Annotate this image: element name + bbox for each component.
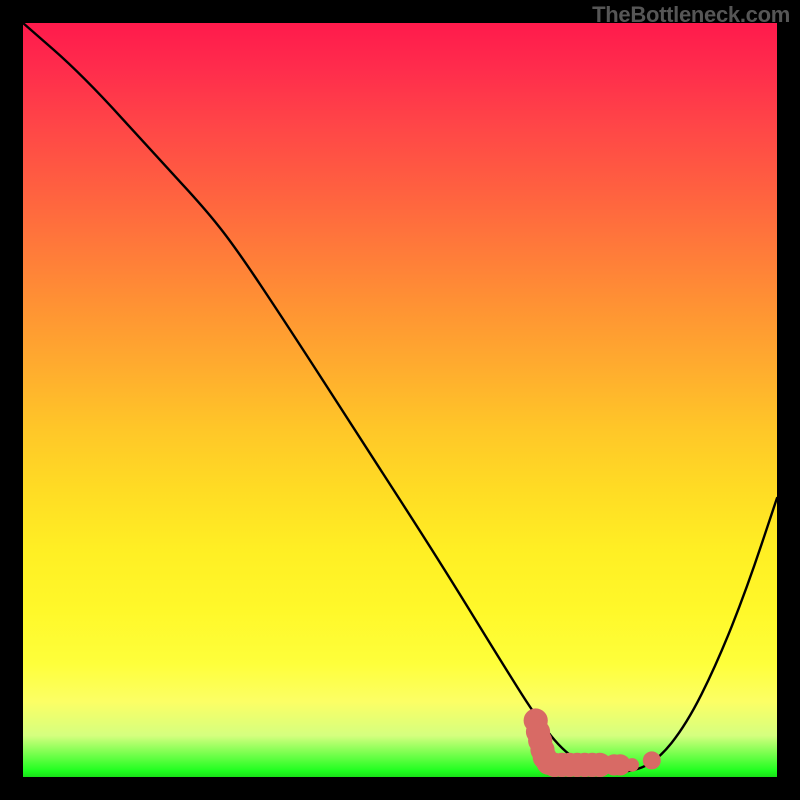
marker-dot [625, 758, 639, 772]
marker-cluster [524, 708, 661, 777]
bottleneck-curve [23, 23, 777, 772]
chart-svg [23, 23, 777, 777]
chart-area [23, 23, 777, 777]
marker-dot [643, 751, 661, 769]
